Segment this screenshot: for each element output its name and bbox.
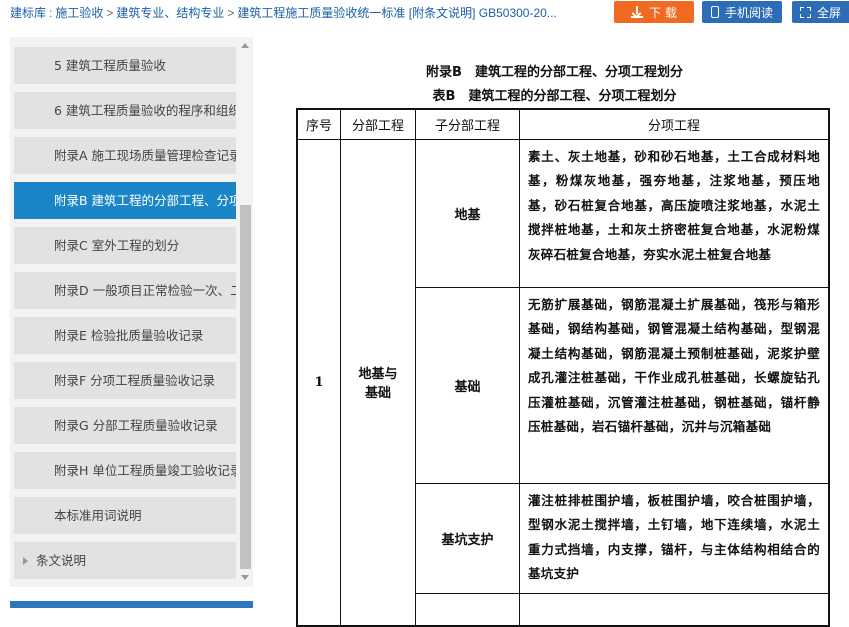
sidebar-item-appendix-b[interactable]: 附录B 建筑工程的分部工程、分项工程划分 [14, 182, 236, 219]
download-button[interactable]: 下 载 [614, 1, 694, 23]
subdivision-items: 素土、灰土地基，砂和砂石地基，土工合成材料地基，粉煤灰地基，强夯地基，注浆地基，… [519, 139, 830, 288]
breadcrumb-item-specialty[interactable]: 建筑专业、结构专业 [116, 6, 224, 20]
breadcrumb-separator: > [227, 6, 235, 20]
sidebar-item-terms[interactable]: 本标准用词说明 [14, 497, 236, 534]
fullscreen-button[interactable]: 全屏 [792, 1, 849, 23]
breadcrumb: 建标库: 施工验收 > 建筑专业、结构专业 > 建筑工程施工质量验收统一标准 [附条文说明… [10, 4, 557, 21]
sidebar-item-appendix-d[interactable]: 附录D 一般项目正常检验一次、二次抽样判定 [14, 272, 236, 309]
page-title: 附录B 建筑工程的分部工程、分项工程划分 [426, 65, 683, 80]
sidebar-item-appendix-f[interactable]: 附录F 分项工程质量验收记录 [14, 362, 236, 399]
download-label: 下 载 [649, 5, 677, 20]
subdivision-name: 地基 [415, 139, 520, 288]
sidebar: 5 建筑工程质量验收 6 建筑工程质量验收的程序和组织 附录A 施工现场质量管理… [10, 37, 253, 587]
subdivision-name-empty [415, 592, 520, 627]
subdivision-items: 灌注桩排桩围护墙，板桩围护墙，咬合桩围护墙，型钢水泥土搅拌墙，土钉墙，地下连续墙… [519, 483, 830, 594]
sidebar-bottom-bar [10, 601, 253, 608]
breadcrumb-separator: > [106, 6, 114, 20]
sidebar-item-chapter-6[interactable]: 6 建筑工程质量验收的程序和组织 [14, 92, 236, 129]
header-subdivision: 子分部工程 [415, 108, 520, 140]
header-no: 序号 [296, 108, 341, 140]
scroll-up-arrow-icon[interactable] [241, 43, 249, 48]
sidebar-item-appendix-e[interactable]: 附录E 检验批质量验收记录 [14, 317, 236, 354]
table-caption: 表B 建筑工程的分部工程、分项工程划分 [432, 89, 677, 104]
document-page: 附录B 建筑工程的分部工程、分项工程划分 表B 建筑工程的分部工程、分项工程划分… [260, 30, 849, 627]
table-row: 1 地基与 基础 地基 素土、灰土地基，砂和砂石地基，土工合成材料地基，粉煤灰地… [296, 138, 830, 627]
breadcrumb-item-construction[interactable]: 施工验收 [55, 6, 103, 20]
breadcrumb-item-standard[interactable]: 建筑工程施工质量验收统一标准 [附条文说明] GB50300-20... [237, 6, 556, 20]
sidebar-item-appendix-c[interactable]: 附录C 室外工程的划分 [14, 227, 236, 264]
sidebar-section-label: 条文说明 [36, 553, 87, 568]
top-bar: 建标库: 施工验收 > 建筑专业、结构专业 > 建筑工程施工质量验收统一标准 [附条文说明… [0, 0, 849, 26]
sidebar-item-appendix-h[interactable]: 附录H 单位工程质量竣工验收记录 [14, 452, 236, 489]
header-division: 分部工程 [340, 108, 416, 140]
subdivision-items-empty [519, 592, 830, 627]
mobile-read-button[interactable]: 手机阅读 [702, 1, 782, 23]
subdivision-name: 基础 [415, 287, 520, 484]
mobile-read-label: 手机阅读 [724, 5, 773, 20]
sidebar-item-appendix-g[interactable]: 附录G 分部工程质量验收记录 [14, 407, 236, 444]
sidebar-section-commentary[interactable]: 条文说明 [14, 542, 236, 579]
subdivision-name: 基坑支护 [415, 483, 520, 594]
scroll-down-arrow-icon[interactable] [241, 575, 249, 580]
subdivision-items: 无筋扩展基础，钢筋混凝土扩展基础，筏形与箱形基础，钢结构基础，钢管混凝土结构基础… [519, 287, 830, 484]
scrollbar-thumb[interactable] [240, 205, 251, 569]
sidebar-item-chapter-5[interactable]: 5 建筑工程质量验收 [14, 47, 236, 84]
fullscreen-label: 全屏 [817, 5, 842, 20]
phone-icon [710, 6, 719, 18]
breadcrumb-item-root[interactable]: 建标库 [10, 6, 46, 20]
row-number: 1 [296, 138, 341, 627]
fullscreen-icon [800, 6, 811, 18]
breadcrumb-separator: : [49, 6, 53, 20]
sidebar-item-appendix-a[interactable]: 附录A 施工现场质量管理检查记录 [14, 137, 236, 174]
sidebar-scrollbar[interactable] [238, 37, 253, 587]
caret-right-icon [23, 557, 28, 565]
download-icon [631, 6, 644, 18]
division-table: 序号 分部工程 子分部工程 分项工程 1 地基与 基础 地基 素土、灰土地基，砂… [296, 108, 830, 627]
table-header-row: 序号 分部工程 子分部工程 分项工程 [296, 108, 830, 140]
header-items: 分项工程 [519, 108, 830, 140]
division-name: 地基与 基础 [340, 138, 416, 627]
